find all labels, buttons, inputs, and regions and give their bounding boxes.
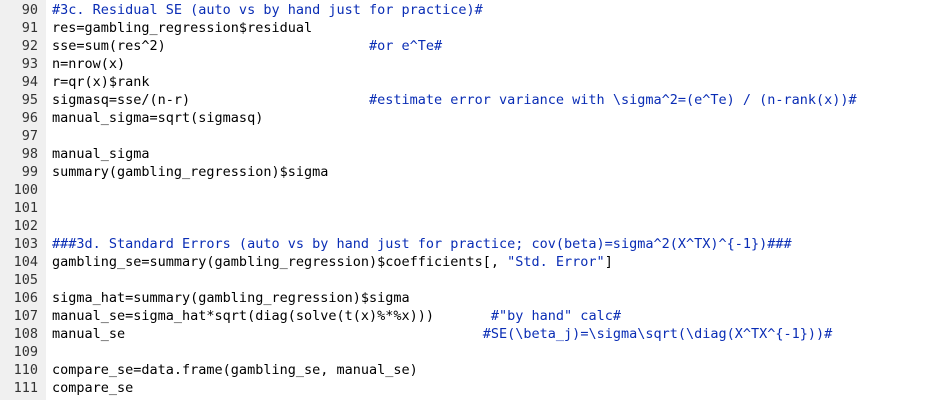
line-number: 100 (13, 182, 38, 198)
code-line[interactable]: manual_se #SE(\beta_j)=\sigma\sqrt(\diag… (52, 325, 937, 343)
line-number: 104 (13, 254, 38, 270)
code-text: compare_se (52, 380, 134, 396)
code-line[interactable]: manual_se=sigma_hat*sqrt(diag(solve(t(x)… (52, 307, 937, 325)
code-text: summary(gambling_regression)$sigma (52, 164, 329, 180)
line-number: 108 (13, 326, 38, 342)
line-number: 103 (13, 236, 38, 252)
line-number: 105 (13, 272, 38, 288)
code-editor[interactable]: 90 91 92 93 94 95 96 97 98 99 100 101 102 103 104 105 10… (0, 0, 937, 400)
code-line[interactable]: r=qr(x)$rank (52, 73, 937, 91)
line-number: 95 (21, 92, 38, 108)
line-number: 92 (21, 38, 38, 54)
comment-text: #3c. Residual SE (auto vs by hand just f… (52, 2, 483, 18)
code-line[interactable]: ###3d. Standard Errors (auto vs by hand … (52, 235, 937, 253)
comment-text: #"by hand" calc# (490, 308, 621, 324)
code-line[interactable]: sigma_hat=summary(gambling_regression)$s… (52, 289, 937, 307)
code-text: sigmasq=sse/(n-r) (52, 92, 369, 108)
code-line[interactable]: manual_sigma (52, 145, 937, 163)
code-text: r=qr(x)$rank (52, 74, 150, 90)
comment-text: #or e^Te# (368, 38, 443, 54)
line-number: 101 (13, 200, 38, 216)
line-number-gutter: 90 91 92 93 94 95 96 97 98 99 100 101 102 103 104 105 10… (0, 0, 46, 400)
code-line[interactable]: summary(gambling_regression)$sigma (52, 163, 937, 181)
code-line[interactable] (52, 127, 937, 145)
line-number: 107 (13, 308, 38, 324)
code-line[interactable]: compare_se (52, 379, 937, 397)
code-line[interactable]: sse=sum(res^2) #or e^Te# (52, 37, 937, 55)
line-number: 91 (21, 20, 38, 36)
code-text: gambling_se=summary(gambling_regression)… (52, 254, 613, 270)
line-number: 93 (21, 56, 38, 72)
code-text: res=gambling_regression$residual (52, 20, 313, 36)
line-number: 97 (21, 128, 38, 144)
code-line[interactable]: manual_sigma=sqrt(sigmasq) (52, 109, 937, 127)
code-text: manual_se=sigma_hat*sqrt(diag(solve(t(x)… (52, 308, 491, 324)
line-number: 109 (13, 344, 38, 360)
code-line[interactable] (52, 343, 937, 361)
code-line[interactable]: n=nrow(x) (52, 55, 937, 73)
line-number: 111 (13, 380, 38, 396)
code-text: compare_se=data.frame(gambling_se, manua… (52, 362, 418, 378)
code-text: manual_sigma (52, 146, 150, 162)
code-line[interactable]: compare_se=data.frame(gambling_se, manua… (52, 361, 937, 379)
line-number: 96 (21, 110, 38, 126)
code-line[interactable]: res=gambling_regression$residual (52, 19, 937, 37)
code-line[interactable] (52, 271, 937, 289)
code-area[interactable]: #3c. Residual SE (auto vs by hand just f… (46, 0, 937, 400)
comment-text: ###3d. Standard Errors (auto vs by hand … (52, 236, 792, 252)
code-text: sigma_hat=summary(gambling_regression)$s… (52, 290, 410, 306)
code-line[interactable] (52, 181, 937, 199)
code-text: n=nrow(x) (52, 56, 126, 72)
code-line[interactable]: #3c. Residual SE (auto vs by hand just f… (52, 1, 937, 19)
line-number: 98 (21, 146, 38, 162)
code-text: manual_se (52, 326, 483, 342)
line-number: 110 (13, 362, 38, 378)
line-number: 99 (21, 164, 38, 180)
code-text: sse=sum(res^2) (52, 38, 369, 54)
line-number: 102 (13, 218, 38, 234)
line-number: 94 (21, 74, 38, 90)
line-number: 106 (13, 290, 38, 306)
comment-text: #estimate error variance with \sigma^2=(… (368, 92, 857, 108)
code-line[interactable]: sigmasq=sse/(n-r) #estimate error varian… (52, 91, 937, 109)
code-line[interactable] (52, 217, 937, 235)
comment-text: #SE(\beta_j)=\sigma\sqrt(\diag(X^TX^{-1}… (482, 326, 833, 342)
line-number: 90 (21, 2, 38, 18)
code-text: manual_sigma=sqrt(sigmasq) (52, 110, 264, 126)
code-line[interactable] (52, 199, 937, 217)
code-line[interactable]: gambling_se=summary(gambling_regression)… (52, 253, 937, 271)
